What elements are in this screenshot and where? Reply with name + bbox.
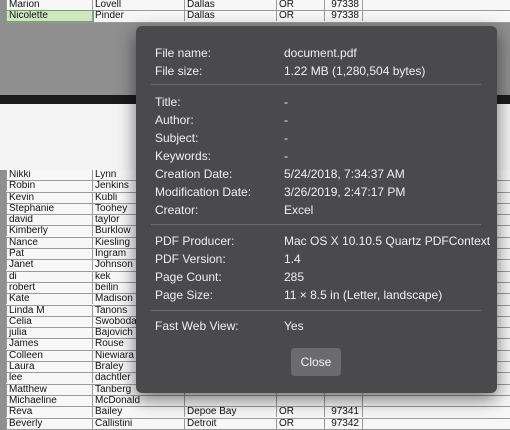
property-label: Title: <box>155 95 181 109</box>
table-row: Beverly Callistini Detroit OR 97342 <box>6 418 510 430</box>
table-cell: James <box>6 339 93 350</box>
property-label: PDF Version: <box>155 252 226 266</box>
table-cell: 97338 <box>324 11 361 22</box>
table-cell: Nance <box>6 237 93 248</box>
property-value: 285 <box>284 270 305 284</box>
property-label: Modification Date: <box>155 185 252 199</box>
property-label: Fast Web View: <box>155 319 239 333</box>
table-cell: Stephanie <box>6 203 93 214</box>
table-cell: OR <box>276 0 325 10</box>
property-label: File name: <box>155 46 212 60</box>
property-label: Creation Date: <box>155 167 233 181</box>
table-cell: julia <box>6 328 93 339</box>
table-cell <box>362 418 510 429</box>
table-cell: Laura <box>6 362 93 373</box>
table-cell <box>324 395 361 406</box>
table-cell: Lovell <box>92 0 183 10</box>
property-value: - <box>284 95 288 109</box>
table-cell <box>276 395 325 406</box>
property-label: File size: <box>155 64 203 78</box>
separator <box>151 310 481 311</box>
property-label: Subject: <box>155 131 199 145</box>
property-label: Page Size: <box>155 288 214 302</box>
property-value: document.pdf <box>284 46 357 60</box>
table-cell <box>362 395 510 406</box>
table-cell: OR <box>276 11 325 22</box>
spreadsheet-top-rows: Marion Lovell Dallas OR 97338 Nicolette Pinder… <box>5 0 510 23</box>
table-cell: Colleen <box>6 350 93 361</box>
property-label: Author: <box>155 113 194 127</box>
property-value: Mac OS X 10.10.5 Quartz PDFContext <box>284 234 491 248</box>
table-cell: robert <box>6 282 93 293</box>
table-cell: Nikki <box>6 170 93 180</box>
property-value: 1.4 <box>284 252 301 266</box>
table-cell: Marion <box>6 0 93 10</box>
document-properties-dialog: File name: document.pdf File size: 1.22 MB … <box>136 26 497 393</box>
property-value: - <box>284 113 288 127</box>
table-cell: Pat <box>6 249 93 260</box>
property-value: 3/26/2019, 2:47:17 PM <box>284 185 406 199</box>
table-cell: OR <box>276 407 325 418</box>
property-label: Creator: <box>155 203 199 217</box>
table-cell: Kevin <box>6 192 93 203</box>
table-cell: Kate <box>6 294 93 305</box>
property-value: 11 × 8.5 in (Letter, landscape) <box>284 288 443 302</box>
table-cell: OR <box>276 418 325 429</box>
close-button[interactable]: Close <box>291 348 341 376</box>
separator <box>151 224 481 225</box>
table-cell: di <box>6 271 93 282</box>
table-cell: 97338 <box>324 0 361 10</box>
table-cell <box>362 11 510 22</box>
property-value: - <box>284 131 288 145</box>
property-value: Yes <box>284 319 304 333</box>
table-cell: Callistini <box>92 418 183 429</box>
property-label: Keywords: <box>155 149 212 163</box>
table-row: Reva Bailey Depoe Bay OR 97341 <box>6 407 510 419</box>
table-cell: Dallas <box>184 0 275 10</box>
table-cell: Nicolette <box>5 10 94 23</box>
property-label: PDF Producer: <box>155 234 235 248</box>
property-label: Page Count: <box>155 270 222 284</box>
property-value: 5/24/2018, 7:34:37 AM <box>284 167 405 181</box>
table-cell: lee <box>6 373 93 384</box>
table-cell: McDonald <box>92 395 183 406</box>
table-cell: Linda M <box>6 305 93 316</box>
table-cell: Celia <box>6 316 93 327</box>
table-cell: david <box>6 215 93 226</box>
table-cell: Detroit <box>184 418 275 429</box>
table-cell: Matthew <box>6 384 93 395</box>
table-cell: Michaeline <box>6 395 93 406</box>
table-cell: Kimberly <box>6 226 93 237</box>
separator <box>151 84 481 85</box>
table-cell: Janet <box>6 260 93 271</box>
property-value: - <box>284 149 288 163</box>
table-cell: Robin <box>6 181 93 192</box>
table-cell: Reva <box>6 407 93 418</box>
table-cell: Pinder <box>92 11 183 22</box>
table-row: Marion Lovell Dallas OR 97338 <box>6 0 510 12</box>
table-cell: 97342 <box>324 418 361 429</box>
table-cell: Dallas <box>184 11 275 22</box>
property-value: 1.22 MB (1,280,504 bytes) <box>284 64 426 78</box>
property-value: Excel <box>284 203 314 217</box>
table-row: Nicolette Pinder Dallas OR 97338 <box>5 10 510 23</box>
table-cell: 97341 <box>324 407 361 418</box>
table-row: Michaeline McDonald <box>6 395 510 408</box>
table-cell <box>362 0 510 10</box>
table-cell: Beverly <box>6 418 93 429</box>
table-cell: Bailey <box>92 407 183 418</box>
table-cell <box>184 395 275 406</box>
table-cell <box>362 407 510 418</box>
table-cell: Depoe Bay <box>184 407 275 418</box>
